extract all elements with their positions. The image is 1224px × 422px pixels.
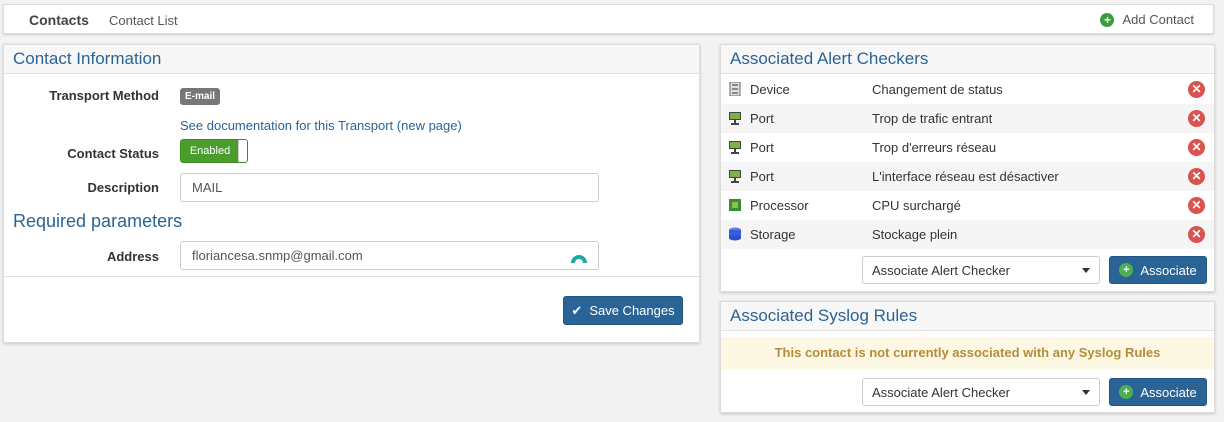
row-description: Trop de trafic entrant [872, 111, 993, 126]
table-row: Port L'interface réseau est désactiver ✕ [721, 162, 1214, 191]
contact-status-toggle[interactable]: Enabled [180, 139, 248, 163]
port-icon [729, 170, 741, 183]
panel-title: Associated Syslog Rules [730, 306, 918, 325]
address-value: floriancesa.snmp@gmail.com [192, 248, 363, 263]
required-parameters-title: Required parameters [13, 211, 183, 231]
contact-information-panel: Contact Information Transport Method E-m… [3, 44, 700, 343]
autofill-icon[interactable] [570, 248, 588, 264]
row-type: Port [750, 169, 774, 184]
associate-label: Associate [1140, 384, 1197, 400]
remove-icon[interactable]: ✕ [1188, 110, 1205, 127]
port-icon [729, 141, 741, 154]
remove-icon[interactable]: ✕ [1188, 197, 1205, 214]
nav-contact-list[interactable]: Contact List [109, 13, 178, 28]
description-label: Description [87, 180, 159, 195]
row-description: CPU surchargé [872, 198, 961, 213]
panel-header: Associated Syslog Rules [721, 302, 1214, 331]
processor-icon [729, 199, 741, 211]
description-input[interactable]: MAIL [180, 173, 599, 202]
associate-syslog-button[interactable]: + Associate [1109, 378, 1207, 406]
row-description: Changement de status [872, 82, 1003, 97]
plus-circle-icon: + [1119, 263, 1134, 277]
toggle-on-label: Enabled [181, 140, 239, 162]
remove-icon[interactable]: ✕ [1188, 168, 1205, 185]
panel-footer: ✔ Save Changes [4, 276, 699, 342]
select-value: Associate Alert Checker [872, 385, 1011, 400]
table-row: Device Changement de status ✕ [721, 75, 1214, 104]
row-type: Port [750, 111, 774, 126]
brand-contacts[interactable]: Contacts [29, 12, 89, 28]
alert-checkers-panel: Associated Alert Checkers Device Changem… [720, 44, 1215, 292]
table-row: Port Trop d'erreurs réseau ✕ [721, 133, 1214, 162]
select-value: Associate Alert Checker [872, 263, 1011, 278]
save-changes-button[interactable]: ✔ Save Changes [563, 296, 683, 325]
address-label: Address [106, 249, 159, 264]
documentation-link[interactable]: See documentation for this Transport (ne… [180, 118, 462, 133]
device-icon [729, 82, 741, 96]
row-description: Trop d'erreurs réseau [872, 140, 997, 155]
transport-badge: E-mail [180, 88, 221, 105]
toggle-handle[interactable] [238, 140, 247, 162]
row-description: L'interface réseau est désactiver [872, 169, 1059, 184]
add-contact-button[interactable]: + Add Contact [1100, 12, 1194, 27]
caret-down-icon [1082, 268, 1090, 273]
contact-status-label: Contact Status [67, 146, 159, 161]
port-icon [729, 112, 741, 125]
plus-circle-icon: + [1100, 12, 1115, 27]
row-type: Port [750, 140, 774, 155]
alert-checker-select[interactable]: Associate Alert Checker [862, 256, 1100, 284]
address-input[interactable]: floriancesa.snmp@gmail.com [180, 241, 599, 270]
syslog-rules-panel: Associated Syslog Rules This contact is … [720, 301, 1215, 413]
table-row: Processor CPU surchargé ✕ [721, 191, 1214, 220]
panel-title: Contact Information [13, 49, 162, 68]
caret-down-icon [1082, 390, 1090, 395]
row-type: Device [750, 82, 790, 97]
transport-method-label: Transport Method [49, 88, 159, 103]
remove-icon[interactable]: ✕ [1188, 81, 1205, 98]
storage-icon [729, 227, 741, 241]
remove-icon[interactable]: ✕ [1188, 139, 1205, 156]
table-row: Port Trop de trafic entrant ✕ [721, 104, 1214, 133]
row-description: Stockage plein [872, 227, 958, 242]
panel-title: Associated Alert Checkers [730, 49, 929, 68]
panel-header: Associated Alert Checkers [721, 45, 1214, 74]
row-type: Storage [750, 227, 796, 242]
add-contact-label: Add Contact [1122, 12, 1194, 27]
table-row: Storage Stockage plein ✕ [721, 220, 1214, 249]
check-icon: ✔ [571, 302, 583, 318]
associate-label: Associate [1140, 262, 1197, 278]
plus-circle-icon: + [1119, 385, 1134, 399]
save-changes-label: Save Changes [589, 303, 675, 318]
panel-header: Contact Information [4, 45, 699, 74]
syslog-select[interactable]: Associate Alert Checker [862, 378, 1100, 406]
row-type: Processor [750, 198, 809, 213]
top-navbar: Contacts Contact List + Add Contact [3, 4, 1214, 34]
remove-icon[interactable]: ✕ [1188, 226, 1205, 243]
syslog-notice: This contact is not currently associated… [721, 337, 1214, 369]
associate-alert-button[interactable]: + Associate [1109, 256, 1207, 284]
